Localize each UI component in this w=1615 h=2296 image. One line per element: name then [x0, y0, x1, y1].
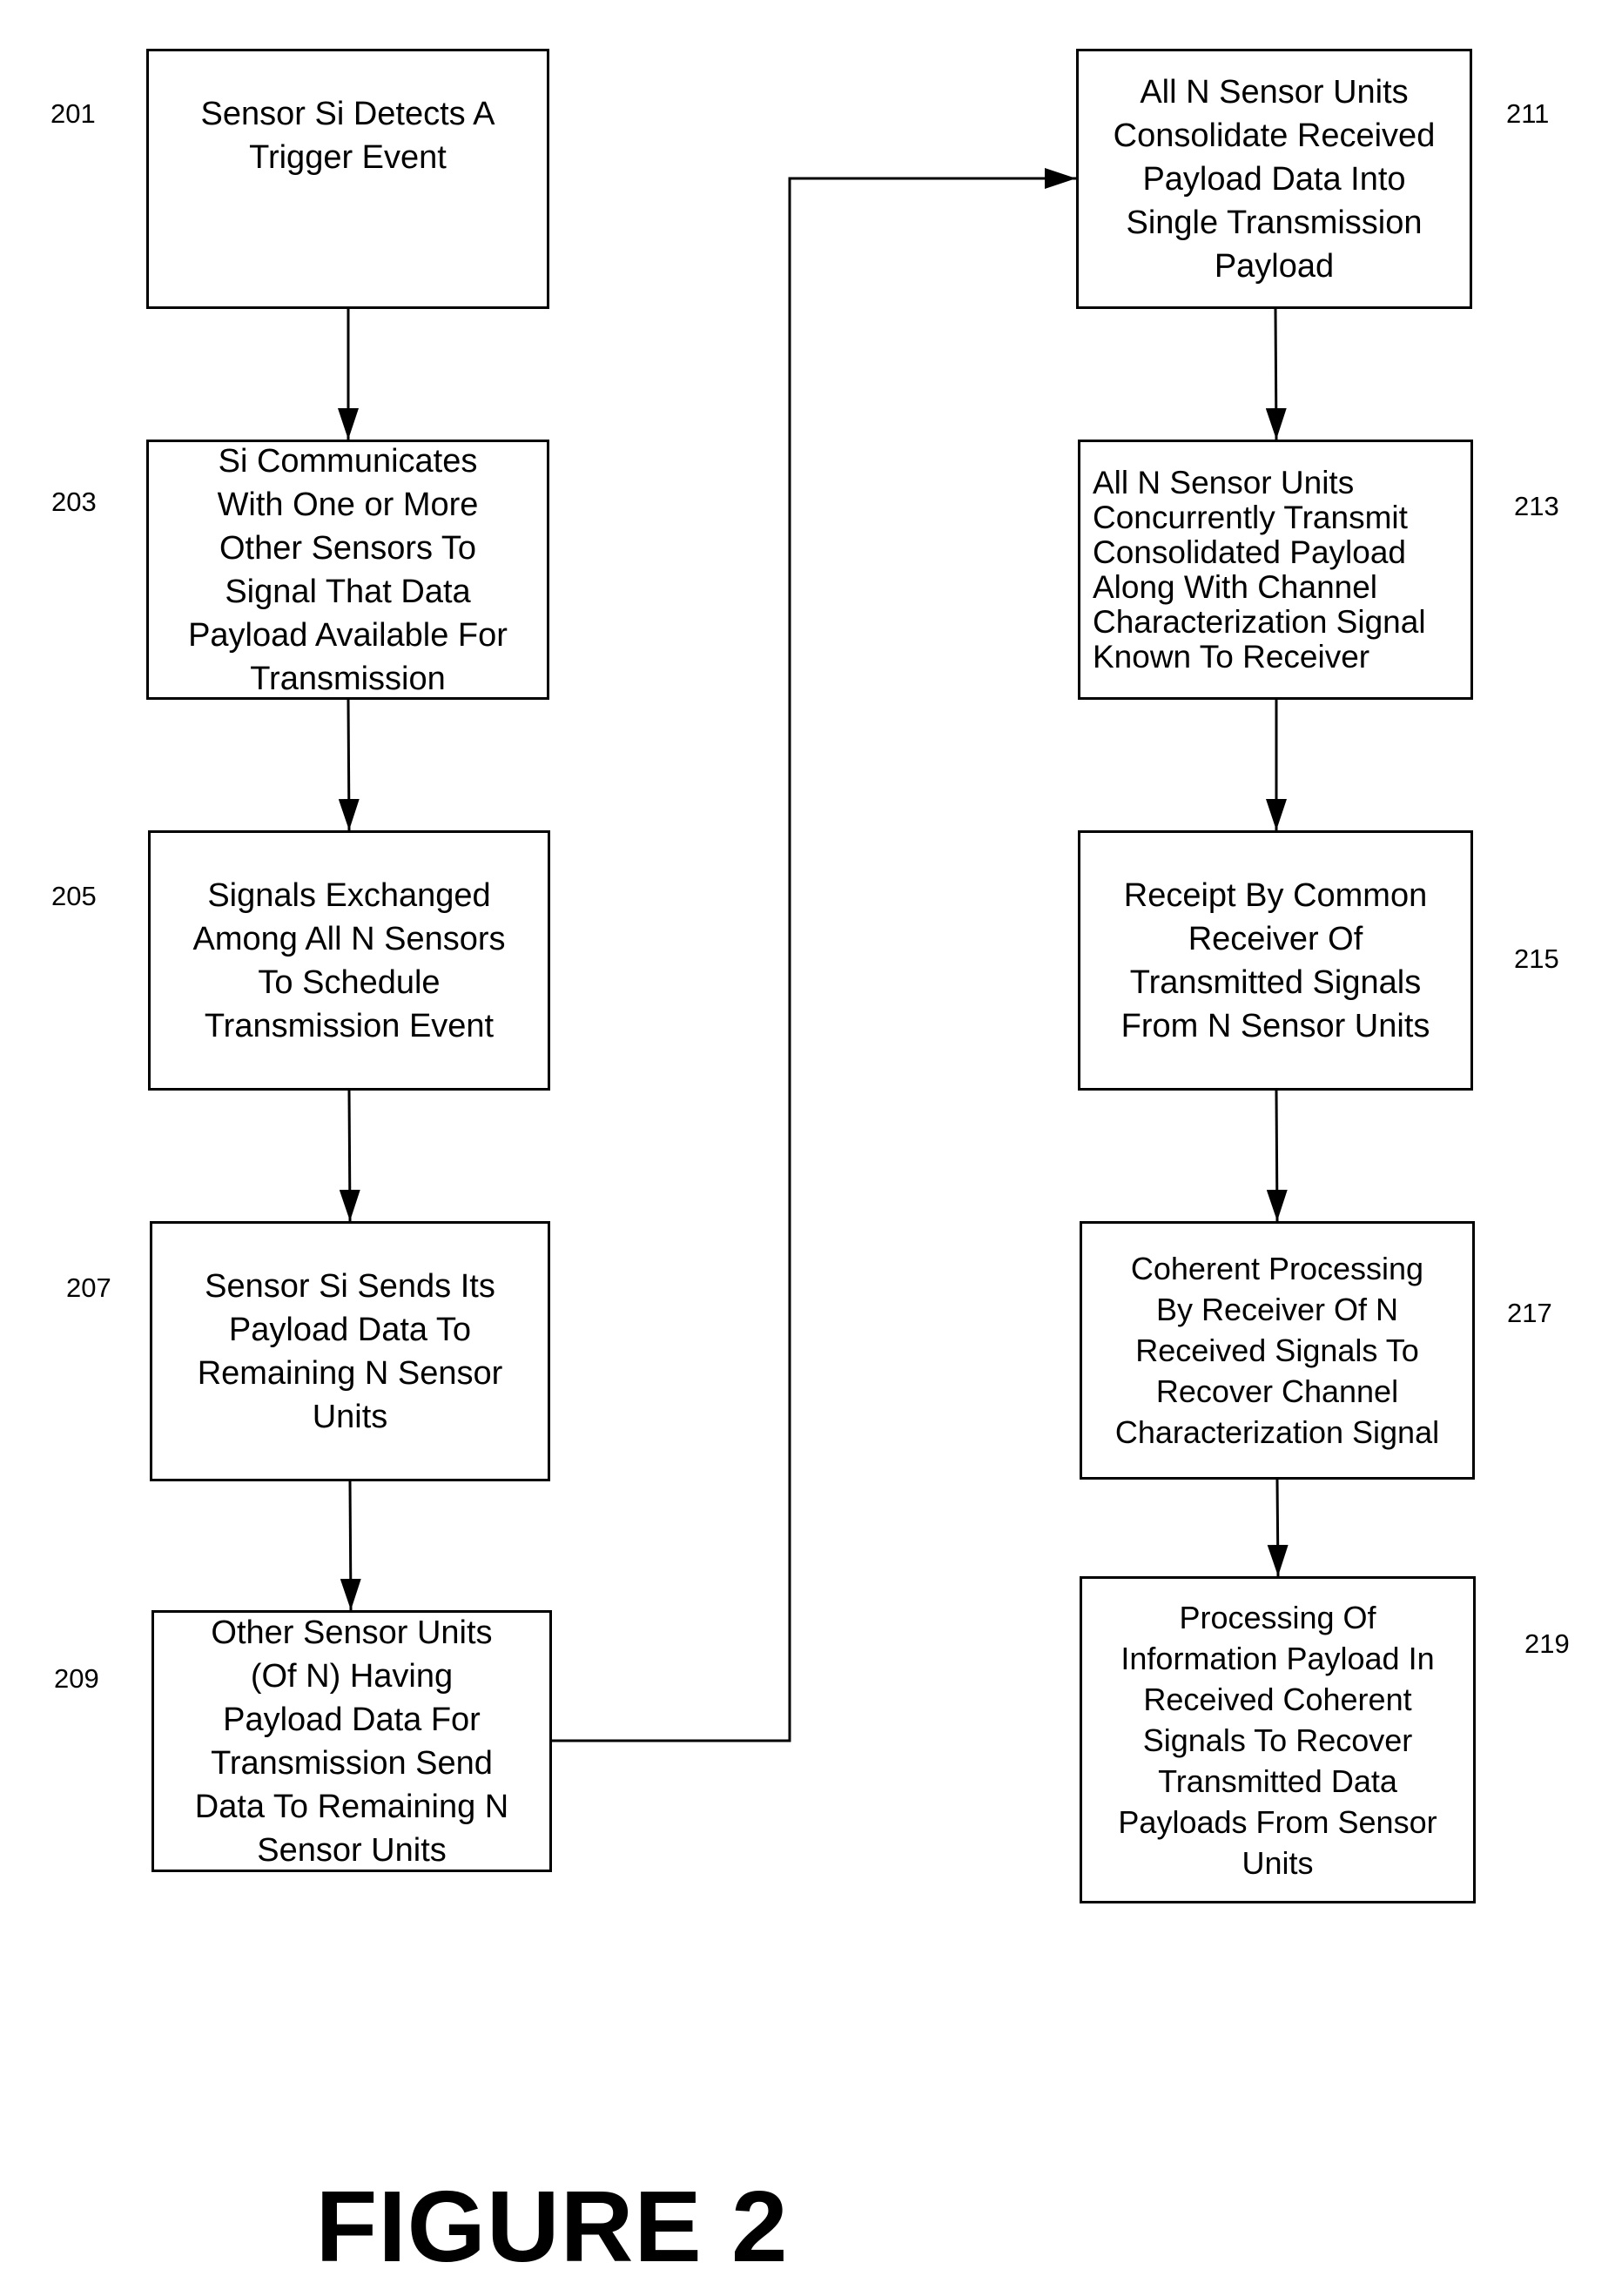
figure-title: FIGURE 2	[315, 2170, 789, 2283]
step-box-205: Signals Exchanged Among All N Sensors To…	[148, 830, 550, 1091]
arrow-207-209	[340, 1480, 361, 1611]
step-box-201: Sensor Si Detects A Trigger Event	[146, 49, 549, 309]
step-box-213: All N Sensor Units Concurrently Transmit…	[1078, 440, 1473, 700]
arrow-215-217	[1266, 1090, 1288, 1222]
step-text: Signals Exchanged Among All N Sensors To…	[192, 876, 506, 1044]
step-box-207: Sensor Si Sends Its Payload Data To Rema…	[150, 1221, 550, 1481]
step-ref-211: 211	[1506, 98, 1550, 129]
step-box-215: Receipt By Common Receiver Of Transmitte…	[1078, 830, 1473, 1091]
step-text: Sensor Si Sends Its Payload Data To Rema…	[197, 1267, 503, 1435]
arrow-209-211	[552, 168, 1076, 1742]
arrow-211-213	[1265, 308, 1287, 440]
step-ref-201: 201	[50, 98, 96, 129]
arrow-217-219	[1267, 1479, 1289, 1577]
step-ref-205: 205	[51, 881, 97, 911]
step-text: All N Sensor Units Concurrently Transmit…	[1093, 464, 1426, 675]
step-ref-203: 203	[51, 487, 97, 517]
step-box-217: Coherent Processing By Receiver Of N Rec…	[1080, 1221, 1475, 1480]
step-text: All N Sensor Units Consolidate Received …	[1113, 73, 1436, 285]
arrow-203-205	[338, 699, 360, 831]
step-ref-209: 209	[54, 1663, 99, 1694]
step-text: Processing Of Information Payload In Rec…	[1118, 1599, 1437, 1881]
step-ref-213: 213	[1514, 491, 1559, 521]
step-text: Other Sensor Units (Of N) Having Payload…	[194, 1614, 509, 1869]
arrow-205-207	[339, 1090, 360, 1222]
step-box-203: Si Communicates With One or More Other S…	[146, 440, 549, 700]
step-text: Sensor Si Detects A Trigger Event	[200, 95, 495, 176]
step-ref-219: 219	[1524, 1628, 1570, 1659]
flowchart-connectors	[338, 168, 1289, 1742]
step-box-209: Other Sensor Units (Of N) Having Payload…	[151, 1610, 552, 1872]
step-text: Si Communicates With One or More Other S…	[188, 442, 508, 697]
step-ref-215: 215	[1514, 943, 1559, 974]
step-text: Receipt By Common Receiver Of Transmitte…	[1120, 876, 1430, 1044]
step-box-219: Processing Of Information Payload In Rec…	[1080, 1576, 1476, 1903]
step-text: Coherent Processing By Receiver Of N Rec…	[1114, 1251, 1440, 1450]
step-ref-217: 217	[1507, 1298, 1552, 1328]
step-ref-207: 207	[66, 1272, 111, 1303]
step-box-211: All N Sensor Units Consolidate Received …	[1076, 49, 1472, 309]
